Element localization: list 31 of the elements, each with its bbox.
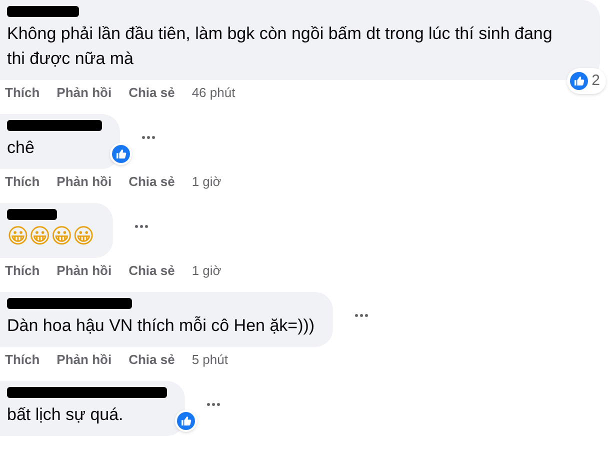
- comment-text: chê: [7, 137, 34, 159]
- more-options-icon[interactable]: [142, 136, 155, 139]
- comment-action-link[interactable]: Chia sẻ: [128, 84, 175, 102]
- comment-action-link[interactable]: Phản hồi: [56, 173, 112, 191]
- comment-action-link[interactable]: Chia sẻ: [128, 262, 175, 280]
- more-options-icon[interactable]: [354, 314, 368, 317]
- reaction-count-badge[interactable]: 2: [566, 68, 606, 94]
- comment-action-link[interactable]: Thích: [5, 351, 40, 369]
- like-icon: [570, 72, 588, 90]
- comment-timestamp[interactable]: 46 phút: [192, 84, 236, 102]
- comment-action-link[interactable]: Chia sẻ: [128, 351, 175, 369]
- emoji-text: 😀😀😀😀: [7, 224, 95, 249]
- redacted-name-drawing: [7, 6, 79, 17]
- comment-text: Dàn hoa hậu VN thích mỗi cô Hen ặk=))): [7, 315, 315, 337]
- comment-action-link[interactable]: Chia sẻ: [128, 173, 175, 191]
- comment-action-link[interactable]: Thích: [5, 84, 40, 102]
- redacted-name-drawing: [7, 209, 57, 220]
- like-reaction-icon[interactable]: [110, 143, 132, 165]
- comment-text: bất lịch sự quá.: [7, 404, 124, 426]
- comment-action-link[interactable]: Phản hồi: [56, 84, 112, 102]
- comment-action-link[interactable]: Phản hồi: [56, 262, 112, 280]
- more-options-icon[interactable]: [134, 225, 148, 228]
- comment-action-link[interactable]: Thích: [5, 262, 40, 280]
- more-options-icon[interactable]: [207, 403, 220, 406]
- comment-timestamp[interactable]: 5 phút: [192, 351, 228, 369]
- comment-text: Không phải lần đầu tiên, làm bgk còn ngồi bấm dt trong lúc thí sinh đang thi được nữa mà: [7, 23, 554, 70]
- comment-timestamp[interactable]: 1 giờ: [192, 173, 222, 191]
- like-reaction-icon[interactable]: [175, 410, 197, 432]
- comment-action-link[interactable]: Phản hồi: [56, 351, 112, 369]
- comment-action-link[interactable]: Thích: [5, 173, 40, 191]
- comment-timestamp[interactable]: 1 giờ: [192, 262, 222, 280]
